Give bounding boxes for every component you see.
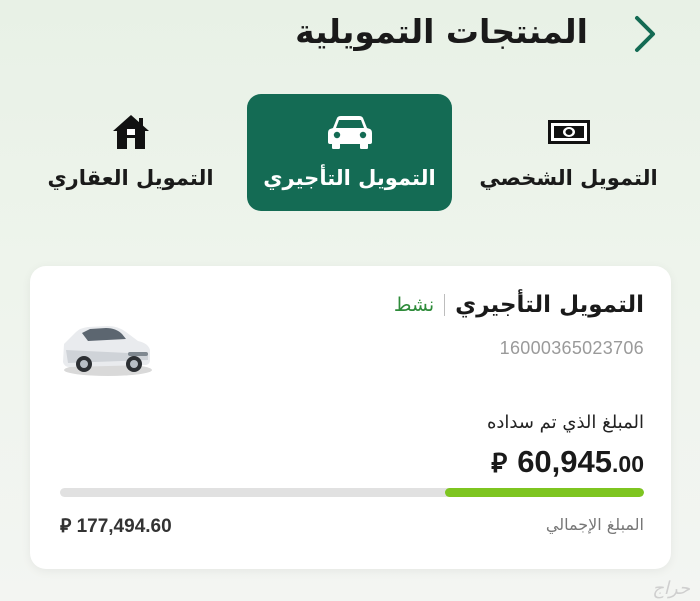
paid-amount-decimal: .00: [612, 451, 644, 477]
product-tabs: التمويل العقاري التمويل التأجيري التمويل…: [0, 94, 700, 212]
tab-label: التمويل التأجيري: [263, 166, 436, 190]
watermark-logo: حراج: [652, 578, 690, 599]
account-number: 16000365023706: [499, 338, 644, 358]
payment-progress-fill: [445, 488, 644, 497]
tab-real-estate-finance[interactable]: التمويل العقاري: [28, 94, 233, 211]
total-amount-value: 177,494.60: [76, 516, 172, 537]
status-badge: نشط: [393, 294, 435, 316]
card-header: التمويل التأجيري نشط: [394, 292, 644, 318]
page-title: المنتجات التمويلية: [295, 12, 588, 51]
riyal-icon: ⃁: [60, 516, 72, 537]
back-button[interactable]: [630, 14, 660, 54]
total-amount: ⃁ 177,494.60: [60, 514, 172, 538]
car-icon: [327, 112, 373, 152]
riyal-icon: ⃁: [491, 448, 508, 478]
tab-label: التمويل العقاري: [47, 166, 214, 190]
payment-progress-bar: [60, 488, 644, 497]
cash-icon: [547, 112, 591, 152]
car-image: [58, 314, 154, 382]
tab-lease-finance[interactable]: التمويل التأجيري: [247, 94, 452, 211]
total-amount-label: المبلغ الإجمالي: [545, 515, 644, 534]
card-title: التمويل التأجيري: [455, 292, 644, 318]
paid-amount: ⃁ 60,945 .00: [491, 444, 644, 480]
paid-amount-label: المبلغ الذي تم سداده: [486, 412, 644, 433]
financing-card[interactable]: التمويل التأجيري نشط 16000365023706 المب…: [30, 266, 671, 569]
chevron-right-icon: [635, 16, 655, 52]
paid-amount-integer: 60,945: [517, 444, 613, 479]
home-icon: [110, 112, 152, 152]
tab-label: التمويل الشخصي: [479, 166, 658, 190]
tab-personal-finance[interactable]: التمويل الشخصي: [466, 94, 671, 211]
divider: [444, 294, 446, 316]
